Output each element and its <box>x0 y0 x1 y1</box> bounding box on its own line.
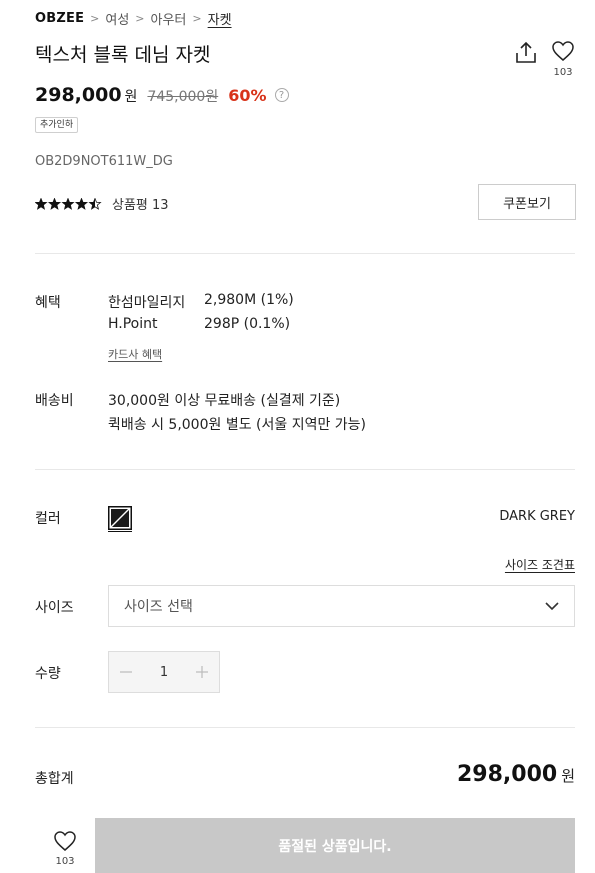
share-button[interactable] <box>514 40 538 66</box>
like-button-bottom[interactable]: 103 <box>50 830 80 868</box>
shipping-free-text: 30,000원 이상 무료배송 (실결제 기준) <box>108 393 341 409</box>
quantity-value[interactable]: 1 <box>143 665 185 680</box>
soldout-button[interactable]: 품절된 상품입니다. <box>95 818 575 873</box>
benefit-name-hpoint: H.Point <box>108 316 158 332</box>
size-select[interactable]: 사이즈 선택 <box>108 585 575 627</box>
share-icon <box>516 41 536 63</box>
breadcrumb-item-women[interactable]: 여성 <box>105 9 129 28</box>
selected-color-name: DARK GREY <box>499 509 575 524</box>
chevron-right-icon: > <box>135 11 145 25</box>
benefit-value-mileage: 2,980M (1%) <box>204 292 294 308</box>
coupon-button[interactable]: 쿠폰보기 <box>478 184 576 220</box>
breadcrumb: OBZEE > 여성 > 아우터 > 자켓 <box>35 8 232 28</box>
help-icon[interactable]: ? <box>274 88 289 102</box>
size-select-placeholder: 사이즈 선택 <box>124 599 193 615</box>
price-row: 298,000 원 745,000원 60% ? <box>35 84 289 106</box>
minus-icon <box>120 671 132 673</box>
total-label: 총합계 <box>35 771 74 787</box>
quantity-label: 수량 <box>35 666 61 682</box>
rating: 상품평 13 <box>35 194 169 213</box>
product-code: OB2D9NOT611W_DG <box>35 154 173 169</box>
original-price: 745,000원 <box>147 89 219 105</box>
card-benefit-link[interactable]: 카드사 혜택 <box>108 346 162 362</box>
plus-button[interactable] <box>185 652 219 692</box>
breadcrumb-item-jacket[interactable]: 자켓 <box>208 9 232 28</box>
chevron-right-icon: > <box>192 11 202 25</box>
status-badge: 추가인하 <box>35 117 79 133</box>
benefit-name-mileage: 한섬마일리지 <box>108 295 186 311</box>
total-amount: 298,000 <box>456 762 558 787</box>
quantity-stepper: 1 <box>108 651 220 693</box>
star-rating-icon <box>35 197 102 210</box>
benefits-label: 혜택 <box>35 295 61 311</box>
like-count: 103 <box>553 67 573 78</box>
product-title: 텍스처 블록 데님 자켓 <box>35 44 211 66</box>
heart-icon <box>54 831 76 851</box>
review-link[interactable]: 상품평 13 <box>112 194 169 213</box>
benefit-value-hpoint: 298P (0.1%) <box>204 316 291 332</box>
heart-icon <box>552 41 574 61</box>
discount-rate: 60% <box>228 86 267 105</box>
total-unit: 원 <box>561 767 575 785</box>
like-count-bottom: 103 <box>55 856 75 867</box>
sale-price: 298,000 <box>35 84 122 106</box>
total-price: 298,000 원 <box>457 762 575 787</box>
divider <box>35 253 575 254</box>
chevron-down-icon <box>545 601 559 610</box>
size-label: 사이즈 <box>35 600 74 616</box>
plus-icon <box>196 666 208 678</box>
size-guide-link[interactable]: 사이즈 조견표 <box>505 556 575 573</box>
color-label: 컬러 <box>35 511 61 527</box>
breadcrumb-brand[interactable]: OBZEE <box>35 11 84 26</box>
divider <box>35 469 575 470</box>
like-button[interactable]: 103 <box>550 40 576 80</box>
breadcrumb-item-outer[interactable]: 아우터 <box>151 9 187 28</box>
color-swatch-dark-grey[interactable] <box>108 506 132 532</box>
divider <box>35 727 575 728</box>
chevron-right-icon: > <box>90 11 100 25</box>
price-unit: 원 <box>124 89 138 105</box>
minus-button[interactable] <box>109 652 143 692</box>
shipping-quick-text: 퀵배송 시 5,000원 별도 (서울 지역만 가능) <box>108 417 367 433</box>
shipping-label: 배송비 <box>35 393 74 409</box>
